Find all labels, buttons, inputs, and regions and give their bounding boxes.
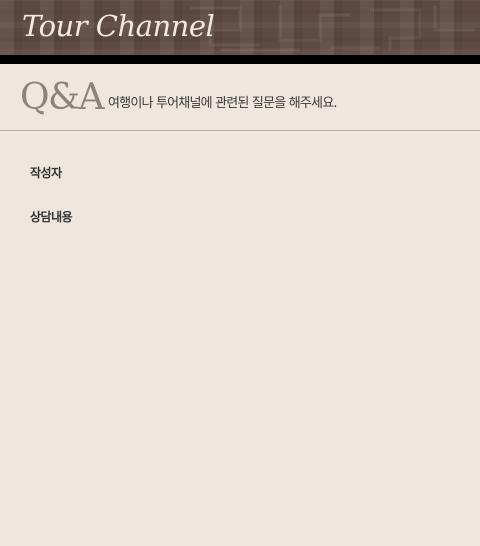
content-label: 상담내용: [30, 210, 73, 224]
header-divider-bar: [0, 55, 480, 64]
qa-title-section: Q&A 여행이나 투어채널에 관련된 질문을 해주세요.: [0, 64, 480, 131]
section-divider: [0, 130, 480, 131]
header-pattern: [190, 5, 475, 52]
qa-subtitle: 여행이나 투어채널에 관련된 질문을 해주세요.: [108, 96, 338, 111]
site-header: Tour Channel: [0, 0, 480, 55]
qa-mark: Q&A: [20, 77, 105, 118]
author-label: 작성자: [30, 166, 62, 180]
tour-channel-logo[interactable]: Tour Channel: [22, 7, 215, 45]
